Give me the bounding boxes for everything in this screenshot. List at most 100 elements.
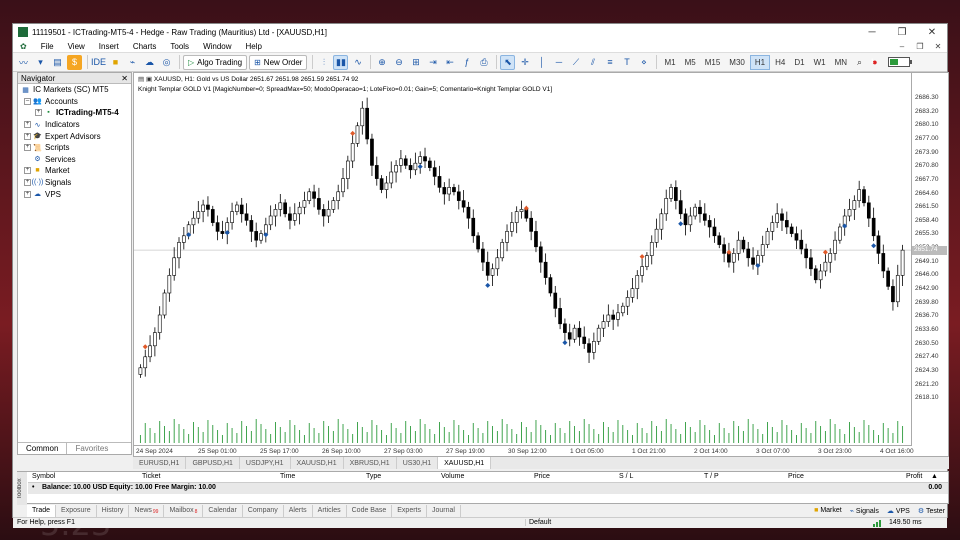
- col-price-current[interactable]: Price: [788, 473, 804, 480]
- cursor-icon[interactable]: ⬉: [500, 54, 516, 70]
- tab-journal[interactable]: Journal: [427, 504, 461, 517]
- market-icon[interactable]: $: [67, 54, 82, 70]
- timeframe-m15[interactable]: M15: [701, 55, 725, 70]
- timeframe-m30[interactable]: M30: [725, 55, 749, 70]
- signals-link[interactable]: ⌁ Signals: [850, 507, 879, 515]
- zoom-in-icon[interactable]: ⊕: [374, 55, 389, 70]
- menu-insert[interactable]: Insert: [92, 42, 126, 51]
- fibonacci-icon[interactable]: ≡: [602, 55, 617, 70]
- tab-experts[interactable]: Experts: [392, 504, 427, 517]
- candlestick-svg[interactable]: [134, 73, 912, 446]
- chart-tab[interactable]: USDJPY,H1: [240, 457, 291, 469]
- timeframe-m5[interactable]: M5: [681, 55, 700, 70]
- market-link[interactable]: ■ Market: [814, 507, 842, 515]
- menu-help[interactable]: Help: [239, 42, 269, 51]
- chart-tab[interactable]: XAUUSD,H1: [291, 457, 344, 469]
- col-time[interactable]: Time: [280, 473, 295, 480]
- zoom-out-icon[interactable]: ⊖: [391, 55, 406, 70]
- sort-up-icon[interactable]: ▲: [931, 473, 938, 480]
- col-symbol[interactable]: Symbol: [32, 473, 55, 480]
- tab-calendar[interactable]: Calendar: [203, 504, 243, 517]
- menu-app-icon[interactable]: ✿: [13, 42, 34, 51]
- tab-company[interactable]: Company: [243, 504, 284, 517]
- tab-trade[interactable]: Trade: [27, 504, 57, 517]
- nav-expert-advisors[interactable]: + 🎓 Expert Advisors: [18, 130, 131, 142]
- bar-chart-icon[interactable]: ⫶: [316, 55, 331, 70]
- expand-icon[interactable]: +: [24, 179, 31, 187]
- new-order-button[interactable]: ⊞ New Order: [249, 54, 308, 70]
- tab-history[interactable]: History: [97, 504, 130, 517]
- tab-articles[interactable]: Articles: [313, 504, 347, 517]
- trendline-icon[interactable]: ⟋: [568, 55, 583, 70]
- indicators-icon[interactable]: ƒ: [459, 55, 474, 70]
- menu-file[interactable]: File: [34, 42, 61, 51]
- restore-icon[interactable]: ❐: [887, 27, 917, 38]
- chart-tab[interactable]: GBPUSD,H1: [186, 457, 240, 469]
- tab-exposure[interactable]: Exposure: [56, 504, 97, 517]
- timeframe-mn[interactable]: MN: [831, 55, 851, 70]
- nav-indicators[interactable]: + ∿ Indicators: [18, 119, 131, 131]
- crosshair-icon[interactable]: ✛: [517, 55, 532, 70]
- timeframe-m1[interactable]: M1: [660, 55, 679, 70]
- timeframe-h4[interactable]: H4: [771, 55, 789, 70]
- minimize-icon[interactable]: ─: [857, 27, 887, 38]
- chart-tab[interactable]: XBRUSD,H1: [344, 457, 397, 469]
- mdi-restore-icon[interactable]: ❐: [911, 42, 929, 51]
- line-chart-icon[interactable]: ∿: [350, 55, 365, 70]
- vertical-line-icon[interactable]: │: [534, 55, 549, 70]
- menu-window[interactable]: Window: [196, 42, 238, 51]
- nav-vps[interactable]: + ☁ VPS: [18, 188, 131, 200]
- close-icon[interactable]: ✕: [917, 27, 947, 38]
- mdi-minimize-icon[interactable]: –: [893, 42, 911, 51]
- col-price[interactable]: Price: [534, 473, 550, 480]
- price-axis[interactable]: 2686.30 2683.20 2680.10 2677.00 2673.90 2670.…: [912, 72, 949, 446]
- col-volume[interactable]: Volume: [441, 473, 464, 480]
- price-chart[interactable]: ▤ ▣ XAUUSD, H1: Gold vs US Dollar 2651.6…: [133, 72, 912, 446]
- expand-icon[interactable]: +: [24, 190, 31, 198]
- menu-view[interactable]: View: [61, 42, 92, 51]
- timeframe-d1[interactable]: D1: [790, 55, 808, 70]
- tester-link[interactable]: ⚙ Tester: [918, 507, 945, 515]
- chart-tab[interactable]: US30,H1: [397, 457, 439, 469]
- chart-tab[interactable]: XAUUSD,H1: [438, 457, 492, 469]
- screenshot-icon[interactable]: ⎙: [476, 55, 491, 70]
- collapse-icon[interactable]: –: [24, 97, 31, 105]
- vps-link[interactable]: ☁ VPS: [887, 507, 910, 515]
- horizontal-line-icon[interactable]: ─: [551, 55, 566, 70]
- tile-icon[interactable]: ⊞: [408, 55, 423, 70]
- nav-broker[interactable]: ▦ IC Markets (SC) MT5: [18, 84, 131, 96]
- navigator-close-icon[interactable]: ✕: [121, 74, 131, 83]
- algo-trading-button[interactable]: ▷ Algo Trading: [183, 54, 248, 70]
- tab-code-base[interactable]: Code Base: [347, 504, 393, 517]
- text-icon[interactable]: T: [619, 55, 634, 70]
- tab-favorites[interactable]: Favorites: [67, 443, 116, 454]
- menu-tools[interactable]: Tools: [163, 42, 196, 51]
- expand-icon[interactable]: +: [24, 121, 31, 129]
- autoscroll-icon[interactable]: ⇥: [425, 55, 440, 70]
- tab-news[interactable]: News 99: [129, 504, 165, 517]
- mdi-close-icon[interactable]: ✕: [929, 42, 947, 51]
- chart-menu-icon[interactable]: ▤ ▣: [138, 76, 152, 83]
- chart-shift-icon[interactable]: ⇤: [442, 55, 457, 70]
- timeframe-h1[interactable]: H1: [749, 54, 771, 70]
- expand-icon[interactable]: +: [24, 167, 31, 175]
- expand-icon[interactable]: +: [24, 144, 31, 152]
- shapes-icon[interactable]: ⋄: [636, 55, 651, 70]
- expand-icon[interactable]: +: [35, 109, 42, 117]
- nav-scripts[interactable]: + 📜 Scripts: [18, 142, 131, 154]
- time-axis[interactable]: 24 Sep 2024 25 Sep 01:00 25 Sep 17:00 26 Se…: [133, 446, 949, 457]
- templates-icon[interactable]: ▾: [33, 55, 48, 70]
- col-profit[interactable]: Profit: [906, 473, 922, 480]
- lock-icon[interactable]: ■: [108, 55, 123, 70]
- search-icon[interactable]: ⌕: [852, 55, 867, 70]
- timeframe-w1[interactable]: W1: [810, 55, 830, 70]
- ide-button[interactable]: IDE: [91, 55, 106, 70]
- col-tp[interactable]: T / P: [704, 473, 719, 480]
- profiles-icon[interactable]: ▤: [50, 55, 65, 70]
- nav-accounts[interactable]: – 👥 Accounts: [18, 96, 131, 108]
- cloud-icon[interactable]: ☁: [142, 55, 157, 70]
- nav-signals[interactable]: + ((·)) Signals: [18, 177, 131, 189]
- balance-row[interactable]: • Balance: 10.00 USD Equity: 10.00 Free …: [28, 483, 948, 494]
- signals-icon[interactable]: ⌁: [125, 55, 140, 70]
- tab-mailbox[interactable]: Mailbox 8: [164, 504, 204, 517]
